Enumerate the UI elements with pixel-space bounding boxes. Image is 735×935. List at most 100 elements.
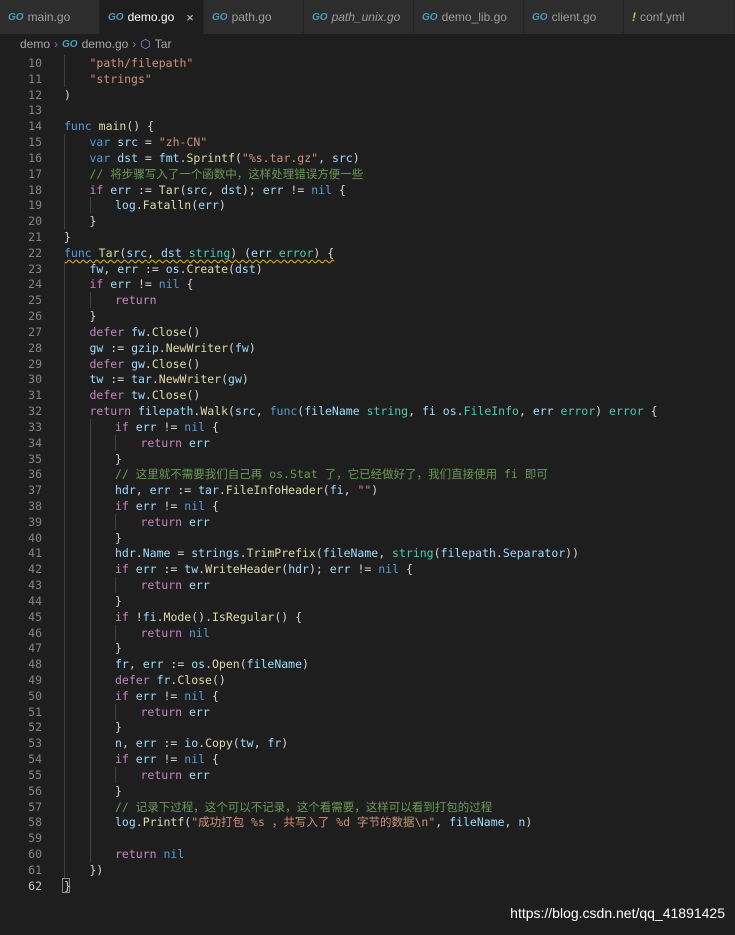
- code-token: :=: [170, 483, 199, 498]
- line-number: 15: [28, 135, 42, 150]
- line-number: 35: [28, 451, 42, 466]
- indent-guide: [64, 466, 65, 483]
- tab-client-go[interactable]: GO client.go: [524, 0, 624, 34]
- code-token: Close: [151, 356, 187, 371]
- code-line: 59: [0, 830, 735, 847]
- code-token: ,: [253, 736, 268, 751]
- code-token: return: [140, 767, 183, 782]
- code-token: "": [357, 483, 372, 498]
- line-number: 62: [28, 878, 42, 893]
- indent-guide: [64, 482, 65, 499]
- code-token: (: [228, 404, 235, 419]
- tab-demo-go[interactable]: GO demo.go ×: [100, 0, 204, 34]
- code-text: }: [64, 229, 71, 245]
- code-token: tw: [89, 372, 104, 387]
- code-token: if: [89, 277, 104, 292]
- code-line: 29 defer gw.Close(): [0, 355, 735, 372]
- code-line: 11 "strings": [0, 70, 735, 87]
- watermark: https://blog.csdn.net/qq_41891425: [510, 905, 725, 921]
- line-number: 22: [28, 245, 42, 260]
- line-number: 14: [28, 119, 42, 134]
- code-line: 26}: [0, 308, 735, 325]
- code-line: 16 var dst = fmt.Sprintf("%s.tar.gz", src…: [0, 149, 735, 166]
- code-token: :=: [103, 372, 132, 387]
- code-line: 34 return err: [0, 434, 735, 451]
- indent-guide: [64, 323, 65, 340]
- code-line: 39 return err: [0, 513, 735, 530]
- indent-guide: [89, 418, 91, 435]
- tab-path-unix-go[interactable]: GO path_unix.go: [304, 0, 414, 34]
- code-token: err: [135, 688, 157, 703]
- line-number: 27: [28, 324, 42, 339]
- tab-label: path.go: [231, 10, 272, 24]
- line-number: 52: [28, 720, 42, 735]
- code-token: "strings": [89, 71, 152, 86]
- code-token: error: [560, 404, 596, 419]
- code-token: ): [525, 815, 533, 830]
- code-line: 21}: [0, 229, 735, 245]
- code-token: (: [433, 546, 441, 561]
- code-token: nil: [378, 562, 400, 577]
- code-token: Name: [142, 546, 171, 561]
- tab-demo-lib-go[interactable]: GO demo_lib.go: [414, 0, 524, 34]
- code-token: =: [138, 150, 159, 165]
- breadcrumb-symbol[interactable]: Tar: [155, 37, 172, 51]
- indent-guide: [64, 70, 65, 87]
- tab-path-go[interactable]: GO path.go: [204, 0, 304, 34]
- code-token: os: [165, 261, 180, 276]
- code-token: }: [64, 230, 71, 245]
- code-text: defer tw.Close(): [90, 387, 201, 403]
- code-token: ,: [128, 657, 143, 672]
- indent-guide: [64, 165, 65, 182]
- tab-conf-yml[interactable]: ! conf.yml: [624, 0, 735, 34]
- code-token: ,: [378, 546, 393, 561]
- code-text: log.Printf("成功打包 %s ，共写入了 %d 字节的数据\n", f…: [115, 814, 532, 830]
- code-token: !=: [156, 752, 185, 767]
- code-token: FileInfo: [463, 404, 519, 419]
- code-token: ,: [343, 483, 358, 498]
- tab-main-go[interactable]: GO main.go: [0, 0, 100, 34]
- indent-guide: [115, 513, 116, 530]
- go-file-icon: GO: [108, 11, 124, 23]
- code-token: !=: [156, 498, 185, 513]
- close-icon[interactable]: ×: [186, 10, 194, 25]
- code-token: ,: [147, 245, 161, 260]
- line-number: 18: [28, 182, 42, 197]
- breadcrumb-file[interactable]: demo.go: [82, 37, 129, 51]
- code-text: return filepath.Walk(src, func(fileName …: [90, 403, 658, 419]
- indent-guide: [64, 339, 65, 356]
- code-editor[interactable]: 10 "path/filepath" 11 "strings" 12) 13 14 func …: [0, 54, 735, 935]
- code-token: :=: [103, 340, 132, 355]
- breadcrumb-folder[interactable]: demo: [20, 37, 50, 51]
- code-token: {: [205, 498, 219, 513]
- code-line: 25 return: [0, 292, 735, 309]
- code-text: }: [115, 593, 122, 609]
- code-token: .: [156, 609, 164, 624]
- code-token: hdr: [288, 562, 309, 577]
- code-token: main: [98, 119, 127, 134]
- indent-guide: [64, 782, 65, 799]
- code-line: 10 "path/filepath": [0, 55, 735, 71]
- code-token: Fatalln: [142, 198, 192, 213]
- code-token: TrimPrefix: [246, 546, 316, 561]
- code-token: ): [595, 404, 610, 419]
- line-number: 39: [28, 514, 42, 529]
- code-token: }: [115, 783, 122, 798]
- code-token: Walk: [200, 404, 229, 419]
- code-token: .: [456, 404, 464, 419]
- code-token: strings: [191, 546, 240, 561]
- line-number: 33: [28, 419, 42, 434]
- line-number: 54: [28, 752, 42, 767]
- indent-guide: [64, 276, 65, 293]
- indent-guide: [64, 434, 65, 451]
- code-token: "zh-CN": [158, 135, 208, 150]
- code-token: dst: [221, 182, 242, 197]
- code-token: ,: [408, 404, 422, 419]
- code-token: src: [331, 150, 353, 165]
- code-token: hdr: [115, 546, 136, 561]
- code-token: ): [281, 736, 289, 751]
- code-line: 62}: [0, 877, 735, 894]
- line-number: 30: [28, 372, 42, 387]
